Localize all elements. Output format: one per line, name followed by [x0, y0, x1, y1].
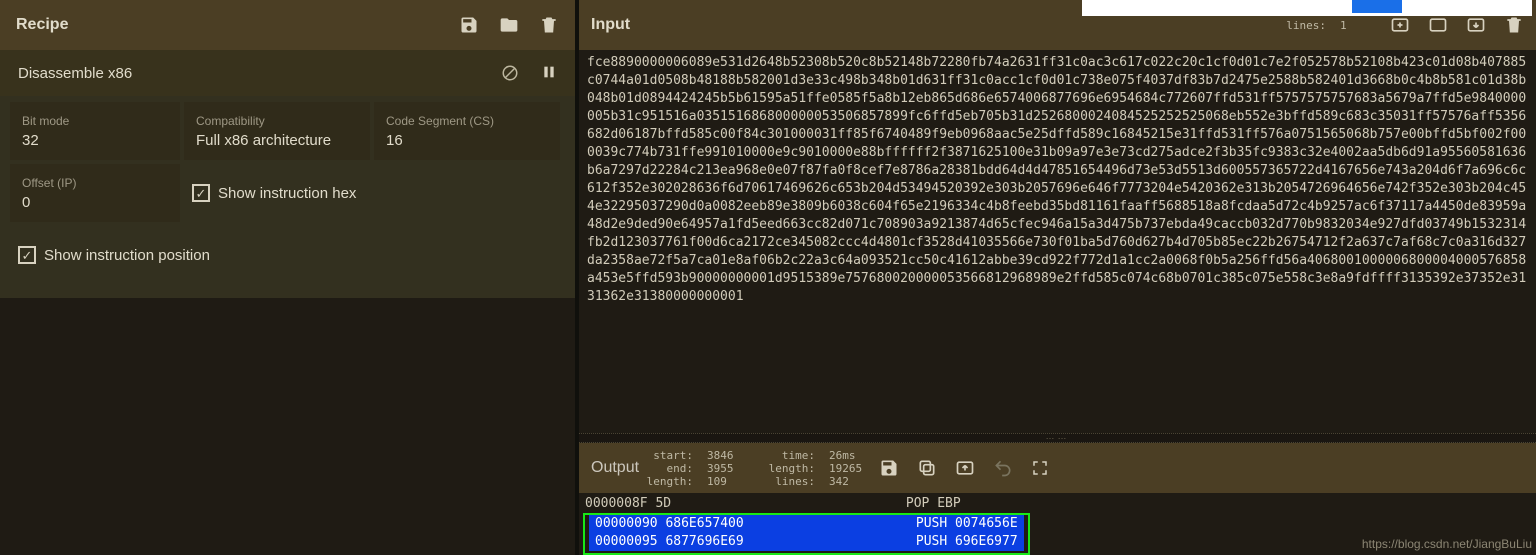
operation-disassemble-x86: Disassemble x86 Bit mode 32 Compatibilit…: [0, 50, 575, 298]
column-splitter[interactable]: [571, 0, 579, 555]
recipe-panel: Recipe Disassemble x86 Bit mode 32: [0, 0, 575, 555]
output-meta: start:3846 time:26ms end:3955 length:192…: [639, 449, 879, 488]
trash-icon[interactable]: [539, 15, 559, 35]
undo-icon[interactable]: [993, 458, 1013, 478]
arg-code-segment[interactable]: Code Segment (CS) 16: [374, 102, 560, 160]
io-splitter[interactable]: [579, 433, 1536, 443]
pause-icon[interactable]: [541, 64, 557, 80]
check-show-hex[interactable]: ✓ Show instruction hex: [184, 164, 364, 222]
add-tab-icon[interactable]: [1390, 15, 1410, 35]
check-show-position[interactable]: ✓ Show instruction position: [10, 226, 218, 284]
disable-icon[interactable]: [501, 64, 519, 82]
save-icon[interactable]: [459, 15, 479, 35]
recipe-header: Recipe: [0, 0, 575, 50]
output-line: 00000090 686E657400 PUSH 0074656E: [589, 515, 1024, 533]
input-import-icon[interactable]: [1466, 15, 1486, 35]
move-to-input-icon[interactable]: [955, 458, 975, 478]
output-line: 00000095 6877696E69 PUSH 696E6977: [589, 533, 1024, 551]
highlight-box: 00000090 686E657400 PUSH 0074656E 000000…: [583, 513, 1030, 555]
output-title: Output: [591, 459, 639, 477]
arg-offset[interactable]: Offset (IP) 0: [10, 164, 180, 222]
fullscreen-icon[interactable]: [1031, 459, 1049, 477]
output-line: 0000008F 5D POP EBP: [579, 495, 1536, 513]
save-output-icon[interactable]: [879, 458, 899, 478]
checkbox-icon: ✓: [18, 246, 36, 264]
io-panel: Input lines:1 fce8890000006089e531d2648b…: [575, 0, 1536, 555]
browser-popup-remnant: [1082, 0, 1532, 16]
input-title: Input: [591, 16, 1272, 34]
watermark: https://blog.csdn.net/JiangBuLiu: [1362, 537, 1532, 551]
input-meta: lines:1: [1272, 19, 1390, 32]
folder-icon[interactable]: [499, 15, 519, 35]
operation-title: Disassemble x86: [18, 65, 501, 82]
input-textarea[interactable]: fce8890000006089e531d2648b52308b520c8b52…: [579, 50, 1536, 433]
arg-bit-mode[interactable]: Bit mode 32: [10, 102, 180, 160]
recipe-title: Recipe: [16, 16, 459, 34]
copy-output-icon[interactable]: [917, 458, 937, 478]
arg-compatibility[interactable]: Compatibility Full x86 architecture: [184, 102, 370, 160]
open-file-icon[interactable]: [1428, 15, 1448, 35]
checkbox-icon: ✓: [192, 184, 210, 202]
output-header: Output start:3846 time:26ms end:3955 len…: [579, 443, 1536, 493]
clear-input-icon[interactable]: [1504, 15, 1524, 35]
